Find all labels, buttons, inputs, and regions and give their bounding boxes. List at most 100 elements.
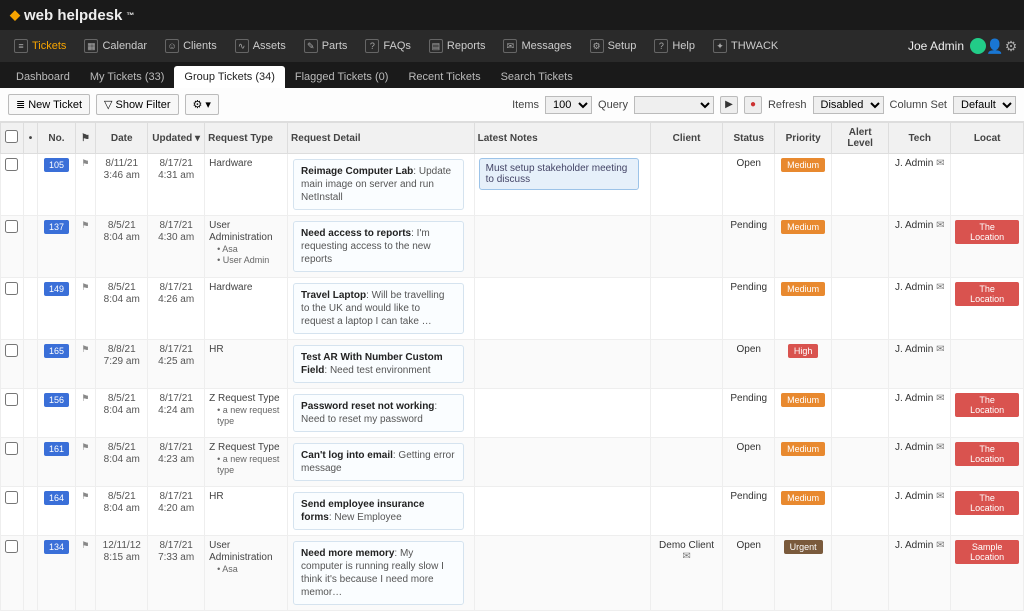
request-detail[interactable]: Travel Laptop: Will be travelling to the… — [293, 283, 463, 334]
show-filter-button[interactable]: ▽Show Filter — [96, 94, 179, 115]
col-no[interactable]: No. — [38, 123, 75, 154]
faqs-icon: ? — [365, 39, 379, 53]
ticket-number[interactable]: 149 — [44, 282, 69, 296]
row-checkbox[interactable] — [5, 282, 18, 295]
items-per-page-select[interactable]: 100 — [545, 96, 592, 114]
row-checkbox[interactable] — [5, 344, 18, 357]
nav-clients[interactable]: ☺Clients — [157, 35, 225, 57]
nav-setup[interactable]: ⚙Setup — [582, 35, 645, 57]
nav-calendar[interactable]: ▦Calendar — [76, 35, 155, 57]
tab-group-tickets[interactable]: Group Tickets (34) — [174, 66, 284, 88]
row-checkbox[interactable] — [5, 540, 18, 553]
refresh-select[interactable]: Disabled — [813, 96, 884, 114]
ticket-number[interactable]: 164 — [44, 491, 69, 505]
nav-parts[interactable]: ✎Parts — [296, 35, 356, 57]
col-type[interactable]: Request Type — [205, 123, 288, 154]
settings-icon[interactable]: ⚙ — [1004, 39, 1018, 53]
col-loc[interactable]: Locat — [951, 123, 1024, 154]
col-priority[interactable]: Priority — [775, 123, 832, 154]
flag-icon[interactable]: ⚑ — [81, 393, 89, 403]
request-detail[interactable]: Password reset not working: Need to rese… — [293, 394, 463, 432]
col-notes[interactable]: Latest Notes — [474, 123, 650, 154]
col-updated[interactable]: Updated ▾ — [148, 123, 205, 154]
tech-mail-icon[interactable]: ✉ — [936, 220, 944, 231]
row-checkbox[interactable] — [5, 220, 18, 233]
tech-mail-icon[interactable]: ✉ — [936, 282, 944, 293]
table-row[interactable]: 165 ⚑ 8/8/217:29 am 8/17/214:25 am HR Te… — [1, 340, 1024, 389]
flag-icon[interactable]: ⚑ — [81, 491, 89, 501]
col-client[interactable]: Client — [650, 123, 723, 154]
ticket-number[interactable]: 134 — [44, 540, 69, 554]
run-query-button[interactable]: ▶ — [720, 96, 738, 114]
col-flag[interactable]: ⚑ — [75, 123, 96, 154]
table-row[interactable]: 164 ⚑ 8/5/218:04 am 8/17/214:20 am HR Se… — [1, 487, 1024, 536]
request-detail[interactable]: Test AR With Number Custom Field: Need t… — [293, 345, 463, 383]
request-detail[interactable]: Need more memory: My computer is running… — [293, 541, 463, 605]
nav-messages[interactable]: ✉Messages — [495, 35, 579, 57]
table-row[interactable]: 105 ⚑ 8/11/213:46 am 8/17/214:31 am Hard… — [1, 154, 1024, 216]
tech-mail-icon[interactable]: ✉ — [936, 540, 944, 551]
ticket-number[interactable]: 156 — [44, 393, 69, 407]
nav-help[interactable]: ?Help — [646, 35, 703, 57]
flag-icon[interactable]: ⚑ — [81, 540, 89, 550]
nav-tickets[interactable]: ≡Tickets — [6, 35, 74, 57]
request-detail[interactable]: Send employee insurance forms: New Emplo… — [293, 492, 463, 530]
tab-dashboard[interactable]: Dashboard — [6, 66, 80, 88]
tab-my-tickets[interactable]: My Tickets (33) — [80, 66, 175, 88]
new-ticket-button[interactable]: ≣New Ticket — [8, 94, 90, 115]
flag-icon[interactable]: ⚑ — [81, 220, 89, 230]
flag-icon[interactable]: ⚑ — [81, 158, 89, 168]
created-date: 8/11/213:46 am — [96, 154, 148, 216]
request-type: Z Request Type• a new request type — [205, 389, 288, 438]
table-row[interactable]: 134 ⚑ 12/11/128:15 am 8/17/217:33 am Use… — [1, 536, 1024, 611]
row-checkbox[interactable] — [5, 158, 18, 171]
row-checkbox[interactable] — [5, 442, 18, 455]
flag-icon[interactable]: ⚑ — [81, 442, 89, 452]
alert-cell — [832, 536, 889, 611]
request-detail[interactable]: Can't log into email: Getting error mess… — [293, 443, 463, 481]
ticket-number[interactable]: 161 — [44, 442, 69, 456]
table-row[interactable]: 156 ⚑ 8/5/218:04 am 8/17/214:24 am Z Req… — [1, 389, 1024, 438]
col-tech[interactable]: Tech — [889, 123, 951, 154]
tab-flagged-tickets[interactable]: Flagged Tickets (0) — [285, 66, 399, 88]
col-date[interactable]: Date — [96, 123, 148, 154]
col-alert[interactable]: Alert Level — [832, 123, 889, 154]
tech-mail-icon[interactable]: ✉ — [936, 344, 944, 355]
nav-thwack[interactable]: ✦THWACK — [705, 35, 786, 57]
list-toolbar: ≣New Ticket ▽Show Filter ⚙▾ Items 100 Qu… — [0, 88, 1024, 122]
tech-mail-icon[interactable]: ✉ — [936, 442, 944, 453]
gear-icon: ⚙ — [193, 98, 203, 111]
row-checkbox[interactable] — [5, 393, 18, 406]
tech-mail-icon[interactable]: ✉ — [936, 491, 944, 502]
tech-mail-icon[interactable]: ✉ — [936, 158, 944, 169]
tech-mail-icon[interactable]: ✉ — [936, 393, 944, 404]
tab-recent-tickets[interactable]: Recent Tickets — [398, 66, 490, 88]
client-cell — [650, 154, 723, 216]
ticket-number[interactable]: 105 — [44, 158, 69, 172]
select-all-checkbox[interactable] — [5, 130, 18, 143]
col-detail[interactable]: Request Detail — [288, 123, 475, 154]
ticket-number[interactable]: 165 — [44, 344, 69, 358]
query-select[interactable] — [634, 96, 714, 114]
client-mail-icon[interactable]: ✉ — [682, 551, 690, 562]
nav-reports[interactable]: ▤Reports — [421, 35, 494, 57]
table-row[interactable]: 149 ⚑ 8/5/218:04 am 8/17/214:26 am Hardw… — [1, 278, 1024, 340]
col-status[interactable]: Status — [723, 123, 775, 154]
row-checkbox[interactable] — [5, 491, 18, 504]
flag-icon[interactable]: ⚑ — [81, 344, 89, 354]
stop-query-button[interactable]: ● — [744, 96, 762, 114]
ticket-number[interactable]: 137 — [44, 220, 69, 234]
table-row[interactable]: 161 ⚑ 8/5/218:04 am 8/17/214:23 am Z Req… — [1, 438, 1024, 487]
presence-icon[interactable] — [970, 38, 986, 54]
alert-cell — [832, 487, 889, 536]
profile-icon[interactable]: 👤 — [988, 39, 1002, 53]
table-row[interactable]: 137 ⚑ 8/5/218:04 am 8/17/214:30 am User … — [1, 216, 1024, 278]
tab-search-tickets[interactable]: Search Tickets — [491, 66, 583, 88]
columnset-select[interactable]: Default — [953, 96, 1016, 114]
request-detail[interactable]: Need access to reports: I'm requesting a… — [293, 221, 463, 272]
nav-assets[interactable]: ∿Assets — [227, 35, 294, 57]
request-detail[interactable]: Reimage Computer Lab: Update main image … — [293, 159, 463, 210]
flag-icon[interactable]: ⚑ — [81, 282, 89, 292]
gear-menu-button[interactable]: ⚙▾ — [185, 94, 219, 115]
nav-faqs[interactable]: ?FAQs — [357, 35, 419, 57]
